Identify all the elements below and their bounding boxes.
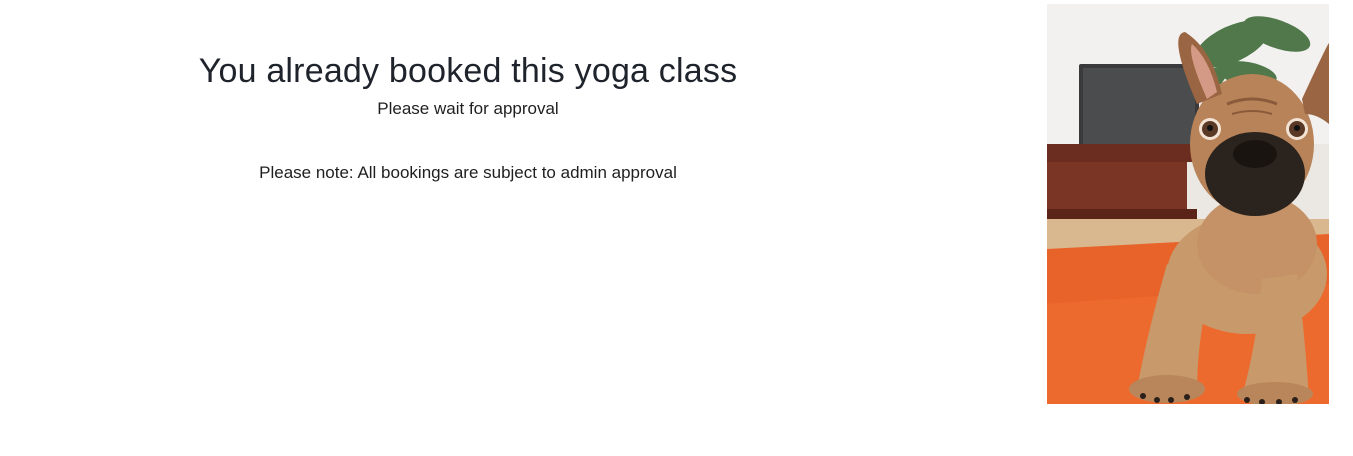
page-title: You already booked this yoga class bbox=[198, 52, 738, 90]
booking-page: You already booked this yoga class Pleas… bbox=[0, 0, 1353, 456]
dog-yoga-illustration bbox=[1047, 4, 1329, 404]
approval-note: Please note: All bookings are subject to… bbox=[259, 163, 677, 182]
approval-status-text: Please wait for approval bbox=[377, 99, 559, 118]
dog-yoga-image bbox=[1047, 4, 1329, 404]
